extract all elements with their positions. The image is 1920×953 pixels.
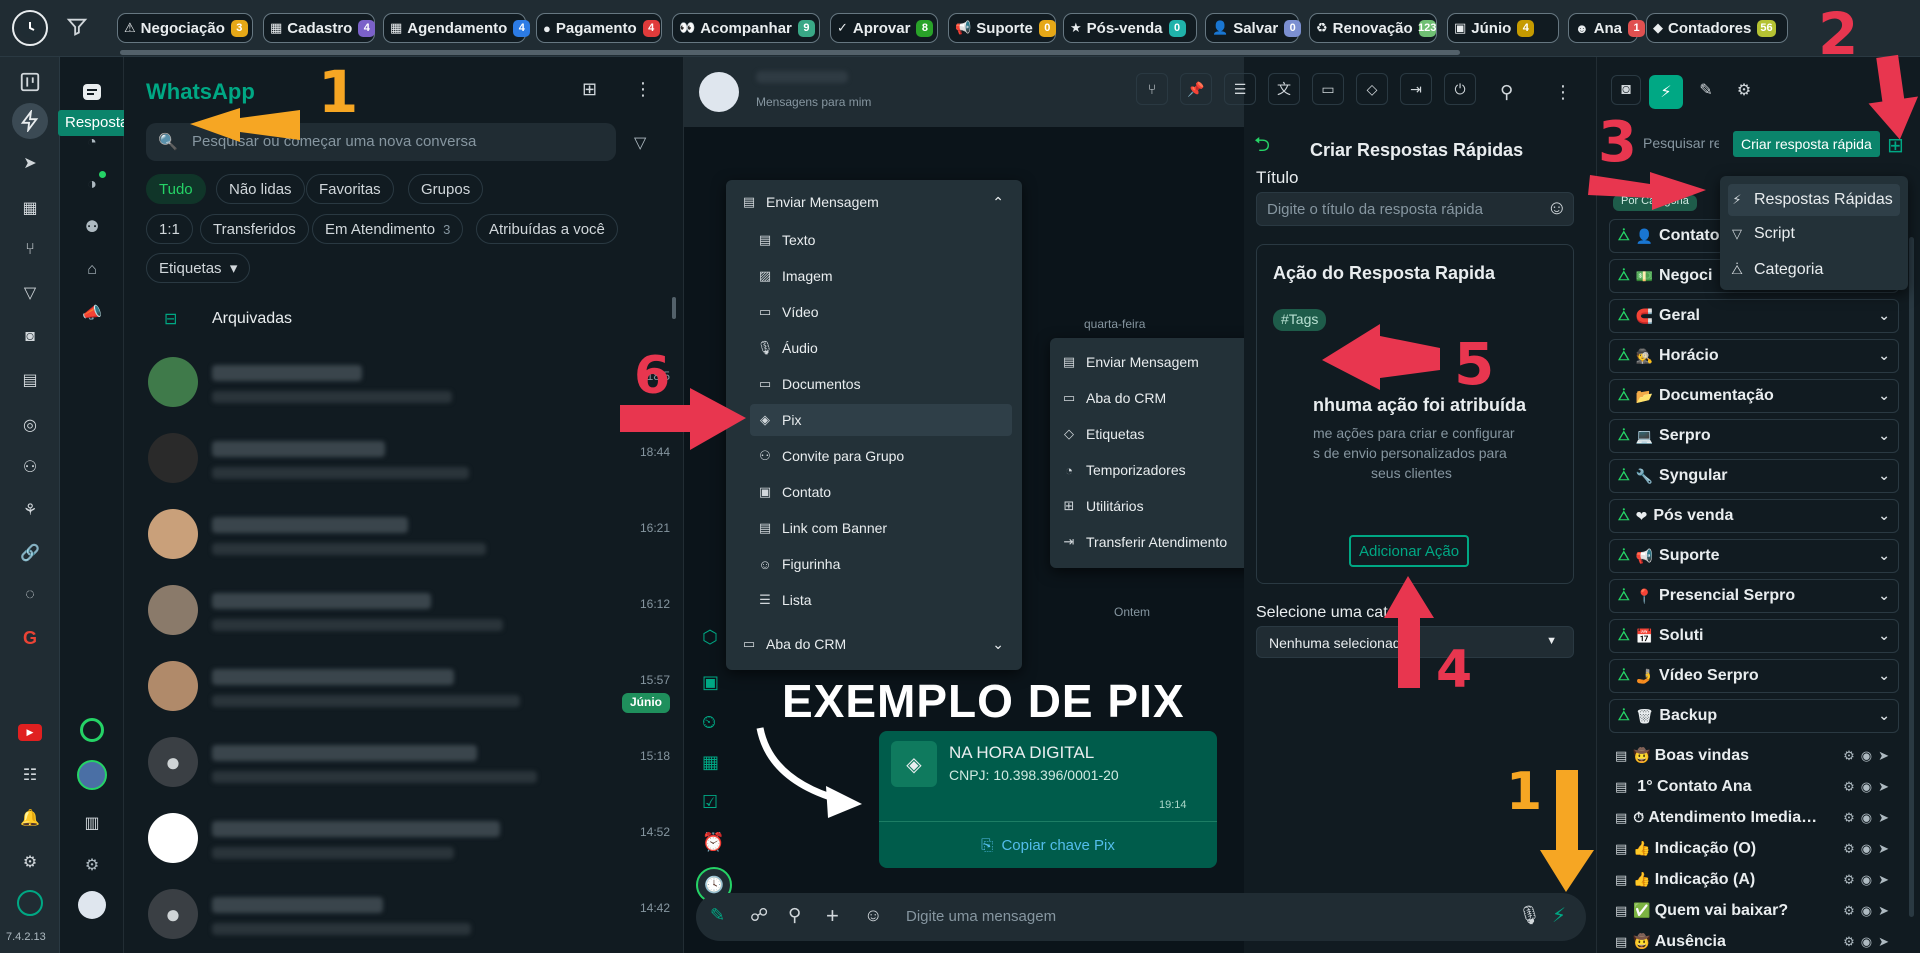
annotation-number-4: 4 xyxy=(1436,640,1473,700)
annotation-arrow-5 xyxy=(1322,324,1440,390)
annotation-number-1: 1 xyxy=(318,58,359,126)
annotation-arrow-3 xyxy=(1588,172,1706,210)
annotation-arrow-1 xyxy=(190,108,300,142)
annotation-number-5: 5 xyxy=(1454,330,1495,398)
header-search-icon[interactable]: ⚲ xyxy=(1500,82,1513,103)
annotation-arrow-2 xyxy=(1868,54,1919,140)
header-menu-icon[interactable]: ⋮ xyxy=(1554,82,1572,103)
annotation-number-2: 2 xyxy=(1818,0,1859,68)
annotation-number-1b: 1 xyxy=(1506,762,1543,822)
annotation-arrow-1b xyxy=(1540,770,1594,892)
annotation-number-6: 6 xyxy=(634,346,671,406)
annotation-number-3: 3 xyxy=(1598,110,1637,175)
app-window: ⚠ Negociação 3 ▦ Cadastro 4 ▦ Agendamento 4 ● Paga… xyxy=(0,0,1920,953)
annotation-arrow-4 xyxy=(1384,576,1434,688)
